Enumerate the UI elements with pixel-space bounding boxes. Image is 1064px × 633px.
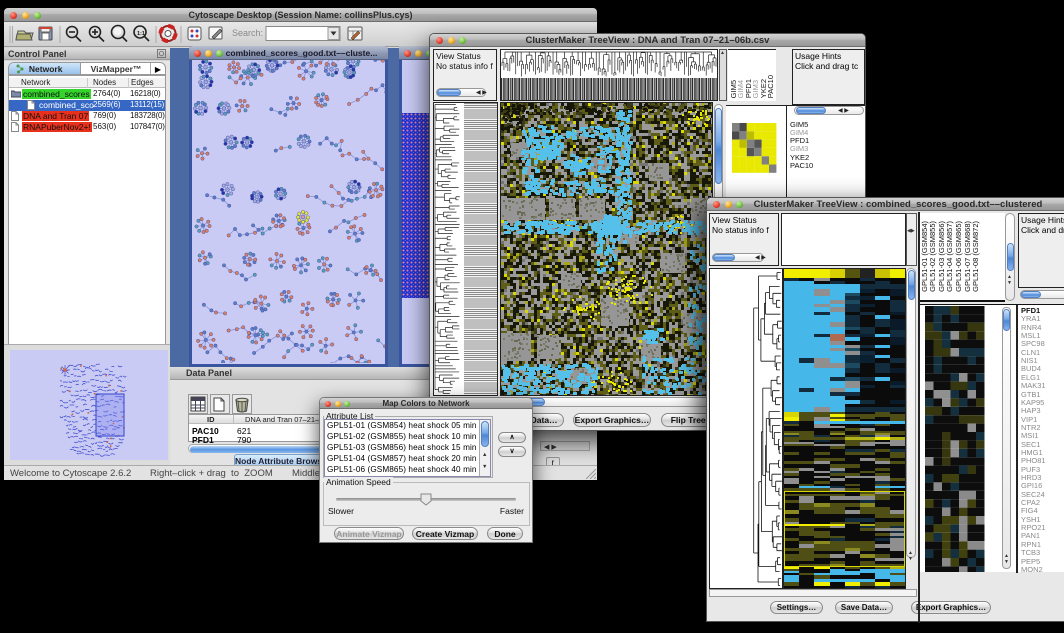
- svg-text:1:1: 1:1: [137, 31, 145, 37]
- svg-text:Search:: Search:: [232, 28, 263, 38]
